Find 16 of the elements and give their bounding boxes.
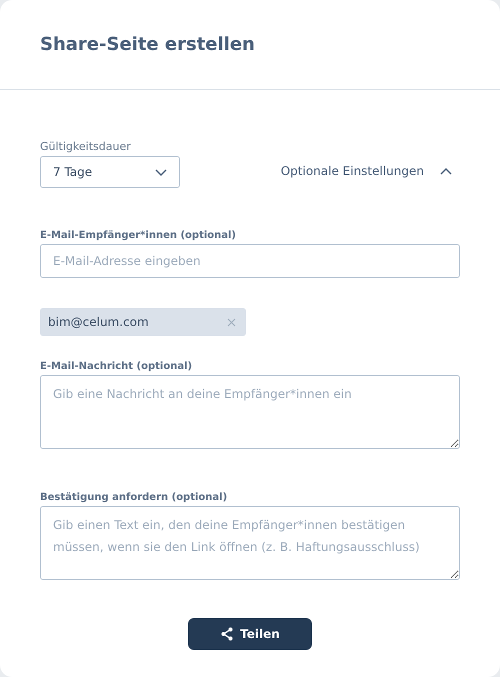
message-text-area[interactable]: Gib eine Nachricht an deine Empfänger*innen ein [40, 375, 460, 449]
duration-dropdown[interactable]: 7 Tage [40, 156, 180, 188]
chip-label: bim@celum.com [48, 315, 149, 329]
confirmation-text-area[interactable]: Gib einen Text ein, den deine Empfänger*innen bestätigen müssen, wenn sie den Link öffnen (z. B. Haftungsausschluss) [40, 506, 460, 580]
email-input-field[interactable]: E-Mail-Adresse eingeben [40, 244, 460, 278]
field-label: Gültigkeitsdauer [40, 140, 132, 153]
chevron-up-icon [440, 168, 452, 174]
chevron-down-icon [155, 168, 167, 176]
close-icon[interactable] [227, 318, 236, 326]
share-button[interactable]: Teilen [188, 618, 312, 650]
optional-settings-toggle[interactable]: Optionale Einstellungen [280, 164, 460, 188]
field-label: E-Mail-Empfänger*innen (optional) [40, 230, 238, 241]
dialog-title: Share-Seite erstellen [40, 34, 255, 55]
field-label: Bestätigung anfordern (optional) [40, 492, 228, 503]
field-label: E-Mail-Nachricht (optional) [40, 361, 194, 372]
share-icon [220, 627, 234, 641]
